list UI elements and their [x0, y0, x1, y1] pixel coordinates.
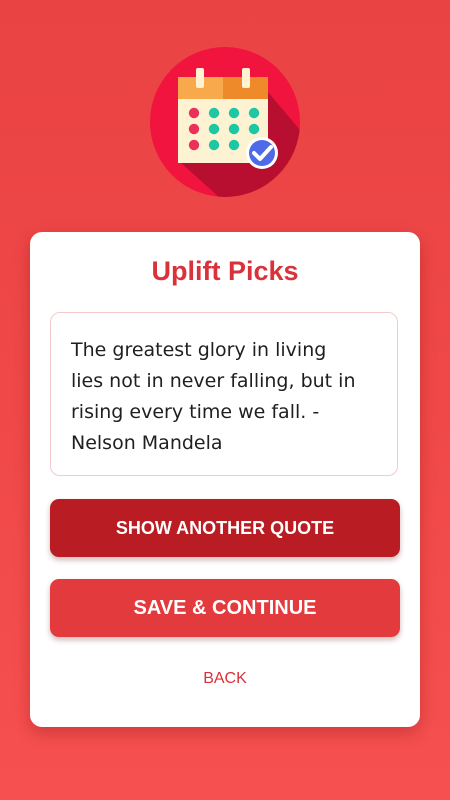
show-another-quote-button[interactable]: SHOW ANOTHER QUOTE: [50, 499, 400, 557]
quote-box: The greatest glory in living lies not in…: [50, 312, 398, 476]
save-continue-button[interactable]: SAVE & CONTINUE: [50, 579, 400, 637]
quote-text: The greatest glory in living lies not in…: [71, 339, 356, 454]
calendar-check-icon: [150, 47, 300, 197]
app-logo: [150, 47, 300, 197]
app-title: Uplift Picks: [151, 256, 299, 286]
back-button[interactable]: BACK: [175, 664, 275, 694]
quote-card: Uplift Picks The greatest glory in livin…: [30, 232, 420, 727]
